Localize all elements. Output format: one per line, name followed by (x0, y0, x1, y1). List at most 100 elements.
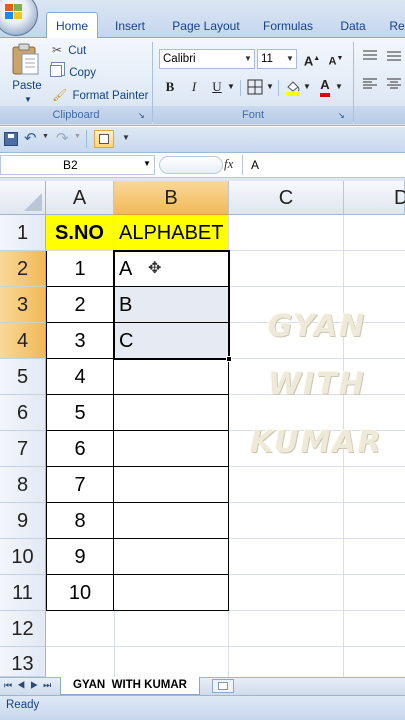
format-painter-label: Format Painter (72, 90, 149, 102)
cell-a1[interactable]: S.NO (46, 215, 114, 251)
ribbon-separator (240, 80, 241, 96)
row-header[interactable]: 5 (0, 359, 46, 395)
cell-a[interactable]: 4 (46, 359, 114, 395)
cell-a[interactable]: 7 (46, 467, 114, 503)
borders-dropdown-icon[interactable]: ▼ (265, 77, 275, 97)
fill-color-button[interactable] (283, 77, 303, 97)
paste-icon[interactable] (10, 42, 40, 76)
format-painter-button[interactable]: 🖌 Format Painter (52, 85, 149, 105)
insert-sheet-icon[interactable] (212, 679, 234, 693)
formula-input[interactable]: A (242, 155, 405, 175)
align-middle-button[interactable] (384, 49, 404, 69)
font-size-value: 11 (261, 53, 273, 65)
select-all-triangle-icon (24, 193, 42, 211)
cell-a[interactable]: 3 (46, 323, 114, 359)
shrink-font-button[interactable]: A▼ (326, 49, 346, 69)
fill-handle[interactable] (226, 356, 232, 362)
cell-b[interactable] (114, 359, 229, 395)
name-box[interactable]: B2 (0, 155, 155, 175)
row-header[interactable]: 11 (0, 575, 46, 611)
customize-qat-icon[interactable]: ▼ (122, 133, 130, 142)
row-header[interactable]: 7 (0, 431, 46, 467)
row-header[interactable]: 8 (0, 467, 46, 503)
font-color-icon: A (320, 77, 330, 97)
row-header[interactable]: 6 (0, 395, 46, 431)
underline-button[interactable]: U (207, 77, 227, 97)
cell-a[interactable]: 5 (46, 395, 114, 431)
font-name-dropdown-icon[interactable]: ▼ (242, 50, 254, 68)
redo-dropdown-icon[interactable]: ▼ (74, 133, 81, 140)
font-launcher-icon[interactable]: ↘ (338, 106, 345, 126)
cell-a[interactable]: 10 (46, 575, 114, 611)
row-header[interactable]: 3 (0, 287, 46, 323)
column-header-d[interactable]: D (344, 181, 405, 215)
align-top-button[interactable] (360, 49, 380, 69)
cell-b[interactable]: B (114, 287, 229, 323)
grow-font-button[interactable]: A▲ (302, 49, 322, 69)
row-header[interactable]: 4 (0, 323, 46, 359)
font-name-field[interactable]: Calibri ▼ (159, 49, 255, 69)
tab-insert[interactable]: Insert (104, 14, 156, 38)
row-header[interactable]: 9 (0, 503, 46, 539)
sheet-tab-active[interactable]: GYAN WITH KUMAR (60, 677, 200, 695)
shrink-font-icon: A (328, 55, 337, 68)
align-center-button[interactable] (384, 77, 404, 97)
cell-b2-active[interactable]: A ✥ (114, 251, 229, 287)
formula-bar-splitter[interactable] (159, 156, 223, 174)
underline-dropdown-icon[interactable]: ▼ (226, 77, 236, 97)
cell-a[interactable]: 1 (46, 251, 114, 287)
cell-b[interactable] (114, 431, 229, 467)
select-all-corner[interactable] (0, 181, 46, 215)
column-header-b[interactable]: B (114, 181, 229, 215)
borders-button[interactable] (245, 77, 265, 97)
column-header-c[interactable]: C (229, 181, 344, 215)
font-color-dropdown-icon[interactable]: ▼ (334, 77, 344, 97)
cell-b[interactable] (114, 539, 229, 575)
cell-b[interactable] (114, 395, 229, 431)
tab-page-layout[interactable]: Page Layout (166, 14, 246, 38)
formula-value: A (251, 158, 260, 172)
row-header[interactable]: 2 (0, 251, 46, 287)
format-painter-qat-icon[interactable] (94, 130, 114, 148)
row-header[interactable]: 12 (0, 611, 46, 647)
align-left-button[interactable] (360, 77, 380, 97)
grow-font-icon: A (303, 53, 314, 69)
fill-color-dropdown-icon[interactable]: ▼ (302, 77, 312, 97)
insert-function-icon[interactable]: fx (224, 156, 233, 172)
cell-a[interactable]: 6 (46, 431, 114, 467)
cell-a[interactable]: 8 (46, 503, 114, 539)
cut-button[interactable]: ✂ Cut (52, 40, 86, 60)
cell-b1[interactable]: ALPHABET (114, 215, 229, 251)
undo-icon[interactable]: ↶ (24, 129, 37, 147)
column-header-a[interactable]: A (46, 181, 114, 215)
tab-data[interactable]: Data (330, 14, 376, 38)
cell-b[interactable] (114, 467, 229, 503)
cell-a[interactable]: 9 (46, 539, 114, 575)
tab-formulas[interactable]: Formulas (256, 14, 320, 38)
redo-icon[interactable]: ↷ (56, 129, 69, 147)
font-size-dropdown-icon[interactable]: ▼ (284, 50, 296, 68)
empty-cells[interactable] (46, 611, 229, 677)
cut-label: Cut (68, 45, 87, 57)
cell-b[interactable] (114, 503, 229, 539)
tab-review[interactable]: Re (384, 14, 405, 38)
cell-a[interactable]: 2 (46, 287, 114, 323)
copy-label: Copy (69, 67, 97, 79)
save-icon[interactable] (4, 132, 18, 146)
tab-home[interactable]: Home (46, 12, 98, 39)
row-header[interactable]: 1 (0, 215, 46, 251)
row-header[interactable]: 13 (0, 647, 46, 677)
copy-button[interactable]: Copy (50, 63, 96, 83)
undo-dropdown-icon[interactable]: ▼ (42, 133, 49, 140)
bold-button[interactable]: B (160, 77, 180, 97)
office-button[interactable] (0, 0, 38, 36)
cell-b[interactable]: C (114, 323, 229, 359)
name-box-dropdown-icon[interactable]: ▼ (143, 159, 151, 168)
italic-button[interactable]: I (184, 77, 204, 97)
sheet-nav-icons[interactable]: ⏮◀▶⏭ (4, 680, 56, 691)
row-header[interactable]: 10 (0, 539, 46, 575)
clipboard-launcher-icon[interactable]: ↘ (138, 106, 145, 126)
font-size-field[interactable]: 11 ▼ (257, 49, 297, 69)
cell-b[interactable] (114, 575, 229, 611)
font-color-button[interactable]: A (315, 75, 335, 97)
